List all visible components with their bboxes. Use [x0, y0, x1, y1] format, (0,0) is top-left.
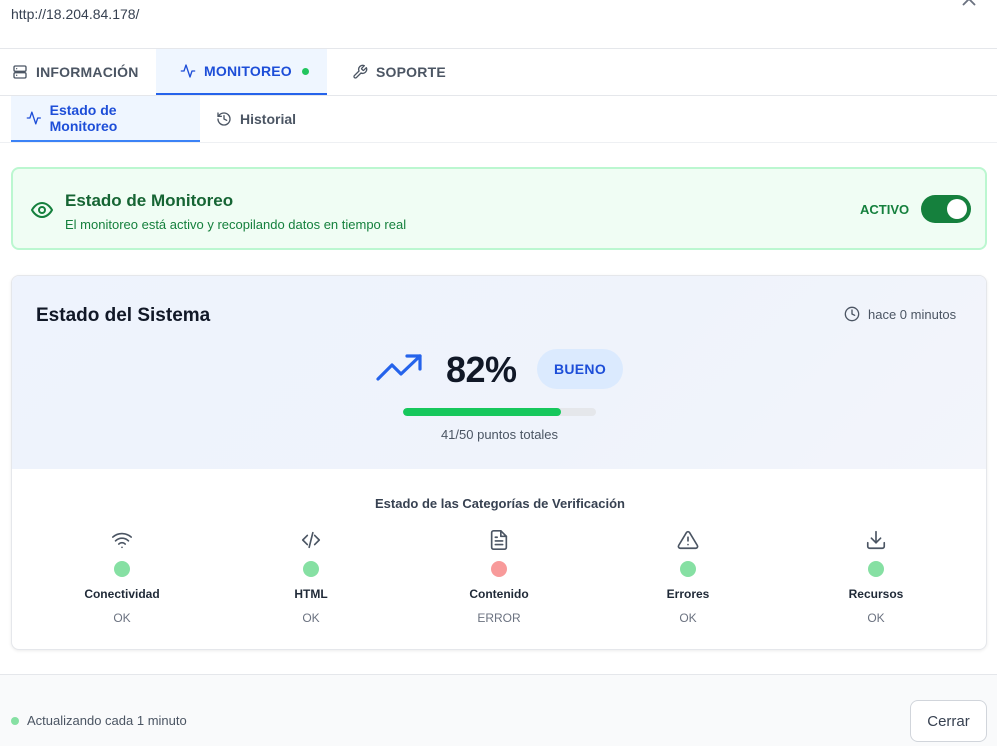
tab-informacion[interactable]: INFORMACIÓN: [0, 49, 151, 95]
system-summary: Estado del Sistema hace 0 minutos 82% BU…: [12, 276, 986, 469]
download-icon: [866, 530, 886, 550]
toggle-knob: [947, 199, 967, 219]
tab-monitoreo-label: MONITOREO: [204, 63, 292, 79]
category-errores: Errores OK: [608, 529, 768, 629]
main-tabs: INFORMACIÓN MONITOREO SOPORTE: [0, 49, 997, 96]
tab-estado-monitoreo[interactable]: Estado de Monitoreo: [11, 96, 200, 142]
category-status-dot: [491, 561, 507, 577]
category-contenido: Contenido ERROR: [419, 529, 579, 629]
category-html: HTML OK: [231, 529, 391, 629]
category-status: OK: [113, 611, 131, 625]
sub-tabs: Estado de Monitoreo Historial: [0, 96, 997, 143]
rating-badge: BUENO: [537, 349, 623, 389]
category-status: OK: [679, 611, 697, 625]
dialog-footer: Actualizando cada 1 minuto Cerrar: [0, 674, 997, 746]
activity-icon: [26, 111, 41, 125]
category-status: OK: [302, 611, 320, 625]
category-status: OK: [867, 611, 885, 625]
category-name: Conectividad: [84, 587, 160, 601]
category-status-dot: [868, 561, 884, 577]
warning-icon: [677, 530, 699, 550]
category-name: HTML: [294, 587, 328, 601]
tab-historial-label: Historial: [240, 111, 297, 127]
update-indicator: [11, 717, 19, 725]
wrench-icon: [353, 64, 368, 79]
category-status-dot: [114, 561, 130, 577]
tab-monitoreo[interactable]: MONITOREO: [156, 49, 327, 95]
site-url: http://18.204.84.178/: [11, 6, 140, 22]
last-update-text: hace 0 minutos: [868, 306, 957, 322]
clock-icon: [844, 306, 860, 322]
category-status-dot: [680, 561, 696, 577]
category-conectividad: Conectividad OK: [42, 529, 202, 629]
live-indicator: [301, 67, 309, 75]
close-icon[interactable]: [958, 0, 980, 10]
monitor-status-description: El monitoreo está activo y recopilando d…: [65, 217, 407, 232]
dialog-header: http://18.204.84.178/: [0, 0, 997, 49]
eye-icon: [31, 202, 53, 218]
category-recursos: Recursos OK: [796, 529, 956, 629]
score-percentage: 82%: [446, 349, 517, 390]
document-icon: [490, 530, 508, 550]
category-name: Errores: [666, 587, 710, 601]
score-progress-fill: [403, 408, 562, 416]
close-button[interactable]: Cerrar: [910, 700, 987, 742]
tab-informacion-label: INFORMACIÓN: [36, 64, 139, 80]
category-name: Contenido: [469, 587, 529, 601]
server-icon: [13, 65, 27, 79]
score-progress-bar: [403, 408, 596, 416]
tab-historial[interactable]: Historial: [201, 96, 311, 142]
category-status: ERROR: [477, 611, 521, 625]
last-update: hace 0 minutos: [844, 306, 956, 322]
update-frequency-text: Actualizando cada 1 minuto: [27, 713, 187, 728]
activity-icon: [180, 64, 196, 78]
system-status-title: Estado del Sistema: [36, 305, 211, 326]
monitor-state-label: ACTIVO: [860, 202, 910, 217]
categories-title: Estado de las Categorías de Verificación: [375, 496, 625, 511]
score-points: 41/50 puntos totales: [440, 427, 559, 442]
category-name: Recursos: [848, 587, 904, 601]
monitor-status-card: Estado de Monitoreo El monitoreo está ac…: [11, 167, 987, 250]
code-icon: [301, 531, 321, 549]
tab-estado-monitoreo-label: Estado de Monitoreo: [49, 102, 118, 134]
monitor-status-title: Estado de Monitoreo: [65, 191, 234, 210]
trending-up-icon: [376, 354, 422, 381]
tab-soporte-label: SOPORTE: [376, 64, 446, 80]
wifi-icon: [112, 532, 132, 549]
tab-soporte[interactable]: SOPORTE: [340, 49, 458, 95]
monitor-toggle[interactable]: [921, 195, 971, 223]
history-icon: [217, 112, 231, 126]
system-status-card: Estado del Sistema hace 0 minutos 82% BU…: [11, 275, 987, 650]
category-status-dot: [303, 561, 319, 577]
